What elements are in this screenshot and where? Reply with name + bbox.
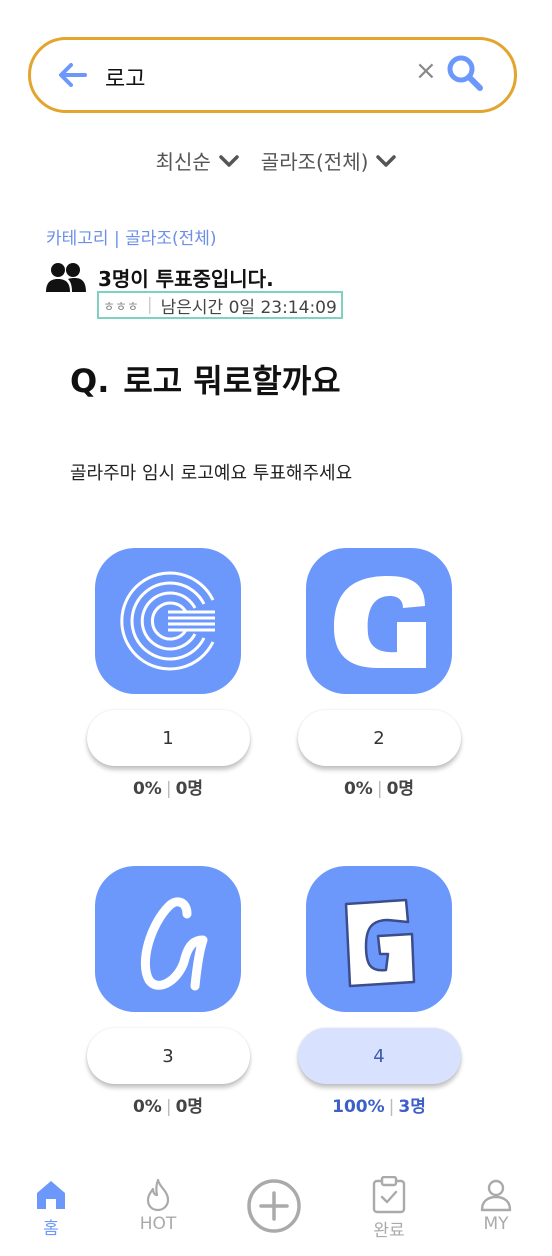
logo-g-brush-icon [344,898,416,988]
nav-create[interactable] [234,1178,314,1234]
logo-g-block-icon [334,576,426,668]
option-image-1[interactable] [95,548,241,694]
sort-filter-label: 최신순 [155,150,211,174]
option-votes-2: 0명 [386,779,415,799]
nav-done[interactable]: 완료 [349,1176,429,1241]
home-icon [37,1181,65,1209]
option-card-1: 1 0% | 0명 [86,548,250,799]
category-filter-label: 골라조(전체) [260,150,369,174]
nav-home-label: 홈 [43,1219,59,1239]
person-icon [480,1179,512,1212]
remaining-time: 남은시간 0일 23:14:09 [160,297,337,318]
stat-separator: | [165,779,172,799]
option-stats-4: 100% | 3명 [297,1092,461,1117]
chevron-down-icon [219,154,239,167]
question-text: 로고 뭐로할까요 [123,362,341,400]
question-title: Q. 로고 뭐로할까요 [70,356,341,402]
option-percent-1: 0% [132,779,162,799]
author-name: ㅎㅎㅎ [103,299,139,315]
post-meta: ㅎㅎㅎ | 남은시간 0일 23:14:09 [97,291,343,319]
option-card-3: 3 0% | 0명 [86,866,250,1117]
option-card-4: 4 100% | 3명 [297,866,461,1117]
option-stats-3: 0% | 0명 [86,1092,250,1117]
category-label: 카테고리 | 골라조(전체) [46,229,217,249]
chevron-down-icon [376,154,397,167]
search-icon[interactable] [446,54,484,92]
option-votes-4: 3명 [398,1097,426,1117]
nav-home[interactable]: 홈 [11,1178,91,1239]
option-votes-1: 0명 [175,779,204,799]
option-image-4[interactable] [306,866,452,1012]
option-percent-2: 0% [343,779,373,799]
plus-circle-icon [247,1179,301,1233]
nav-my[interactable]: MY [456,1178,536,1234]
vote-button-4[interactable]: 4 [297,1028,461,1084]
users-icon [46,263,86,292]
sort-filter[interactable]: 최신순 [156,146,239,175]
nav-done-label: 완료 [373,1221,405,1241]
nav-hot[interactable]: HOT [118,1178,198,1234]
option-stats-2: 0% | 0명 [297,774,461,799]
stat-separator: | [376,779,383,799]
clear-icon[interactable]: × [415,58,437,84]
nav-hot-label: HOT [139,1214,177,1234]
option-votes-3: 0명 [175,1097,204,1117]
option-image-3[interactable] [95,866,241,1012]
stat-separator: | [165,1097,172,1117]
filter-bar: 최신순 골라조(전체) [0,146,552,175]
voter-count: 3명이 투표중입니다. [98,266,274,291]
question-description: 골라주마 임시 로고예요 투표해주세요 [70,463,353,484]
option-card-2: 2 0% | 0명 [297,548,461,799]
vote-button-1[interactable]: 1 [86,710,250,766]
meta-separator: | [146,295,153,315]
back-arrow-icon[interactable] [55,58,89,92]
vote-button-3[interactable]: 3 [86,1028,250,1084]
logo-g-lines-icon [120,571,215,671]
search-input[interactable]: 로고 [105,61,145,93]
search-bar[interactable]: 로고 × [28,37,517,113]
logo-g-script-icon [141,897,208,991]
clipboard-check-icon [372,1176,406,1214]
option-percent-3: 0% [132,1097,162,1117]
bottom-nav: 홈 HOT 완료 MY [0,1170,552,1256]
option-percent-4: 100% [332,1097,385,1117]
voters-info: 3명이 투표중입니다. [46,261,274,293]
stat-separator: | [388,1097,395,1117]
option-image-2[interactable] [306,548,452,694]
nav-my-label: MY [483,1214,509,1234]
flame-icon [146,1178,170,1212]
option-stats-1: 0% | 0명 [86,774,250,799]
category-filter[interactable]: 골라조(전체) [261,146,397,175]
question-prefix: Q. [70,362,110,400]
vote-button-2[interactable]: 2 [297,710,461,766]
